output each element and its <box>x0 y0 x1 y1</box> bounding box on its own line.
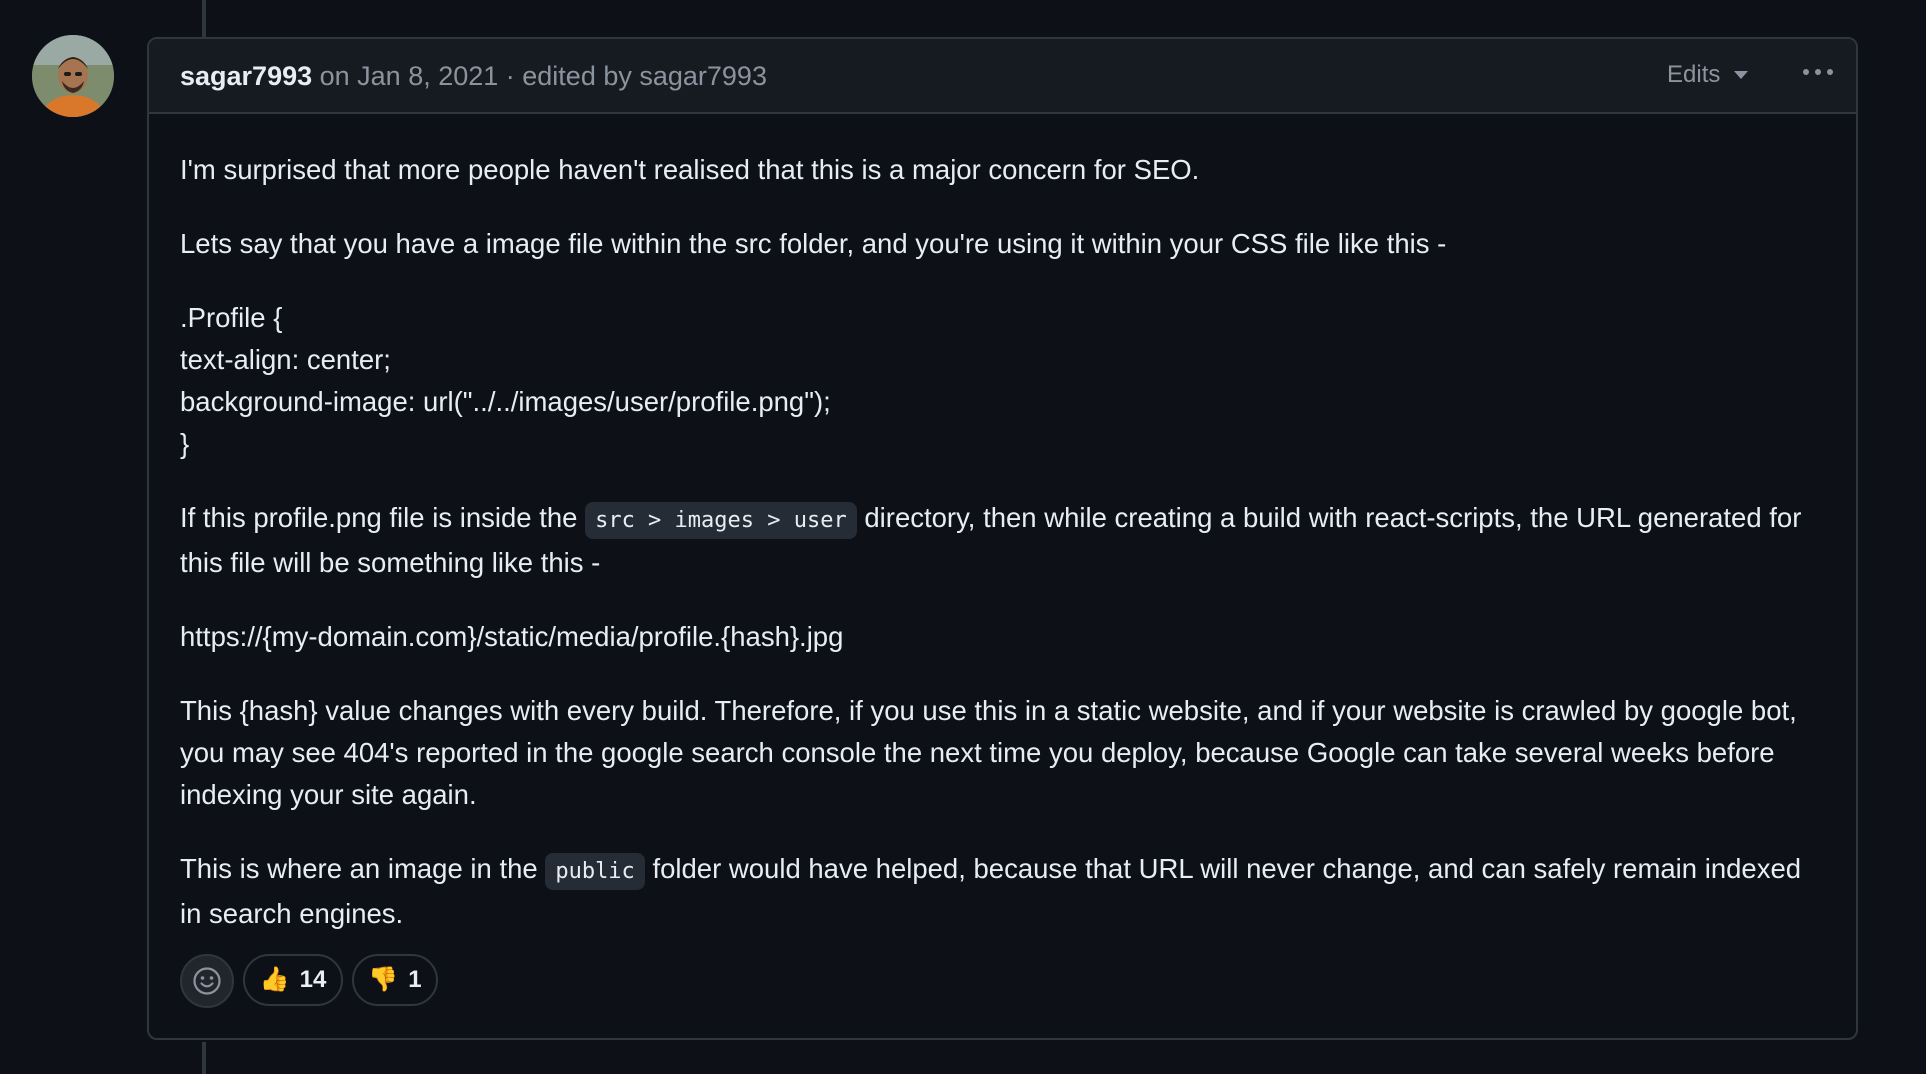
comment-paragraph: I'm surprised that more people haven't r… <box>180 154 1200 185</box>
comment-meta: sagar7993 on Jan 8, 2021 · edited by sag… <box>180 61 767 92</box>
comment-date: on Jan 8, 2021 · edited by sagar7993 <box>312 61 767 91</box>
reaction-count: 14 <box>299 966 327 993</box>
css-line: text-align: center; <box>180 344 391 375</box>
timeline-line <box>202 1042 206 1074</box>
timeline-line <box>202 0 206 37</box>
thumbs-up-icon: 👍 <box>259 966 290 993</box>
reaction-count: 1 <box>408 966 422 993</box>
comment-paragraph: https://{my-domain.com}/static/media/pro… <box>180 621 844 652</box>
comment-paragraph: Lets say that you have a image file with… <box>180 228 1447 259</box>
edits-label: Edits <box>1667 61 1721 88</box>
comment-header: sagar7993 on Jan 8, 2021 · edited by sag… <box>149 39 1856 114</box>
comment-paragraph: This is where an image in the public fol… <box>180 848 1820 935</box>
author-link[interactable]: sagar7993 <box>180 61 312 91</box>
css-snippet: .Profile { text-align: center; backgroun… <box>180 297 1820 465</box>
css-line: } <box>180 428 190 459</box>
comment-paragraph: This {hash} value changes with every bui… <box>180 695 1797 810</box>
kebab-icon <box>1827 69 1833 75</box>
avatar[interactable] <box>32 35 114 117</box>
edits-dropdown-button[interactable]: Edits <box>1667 61 1749 89</box>
page: sagar7993 on Jan 8, 2021 · edited by sag… <box>0 0 1926 1074</box>
thumbs-down-reaction[interactable]: 👎 1 <box>352 954 438 1006</box>
thumbs-up-reaction[interactable]: 👍 14 <box>243 954 343 1006</box>
thumbs-down-icon: 👎 <box>368 966 399 993</box>
add-reaction-button[interactable] <box>180 954 234 1008</box>
paragraph-text: This is where an image in the <box>180 853 546 884</box>
kebab-icon <box>1803 69 1809 75</box>
inline-code: src > images > user <box>585 502 857 539</box>
smiley-icon <box>193 967 221 995</box>
paragraph-text: If this profile.png file is inside the <box>180 502 586 533</box>
comment-body: I'm surprised that more people haven't r… <box>180 149 1820 967</box>
comment-paragraph: If this profile.png file is inside the s… <box>180 497 1820 584</box>
css-line: .Profile { <box>180 302 283 333</box>
css-line: background-image: url("../../images/user… <box>180 386 831 417</box>
kebab-icon <box>1815 69 1821 75</box>
inline-code: public <box>545 853 645 890</box>
more-options-button[interactable] <box>1803 69 1833 75</box>
chevron-down-icon <box>1734 71 1749 79</box>
reactions-bar: 👍 14 👎 1 <box>180 954 438 1008</box>
comment-box: sagar7993 on Jan 8, 2021 · edited by sag… <box>147 37 1858 1040</box>
